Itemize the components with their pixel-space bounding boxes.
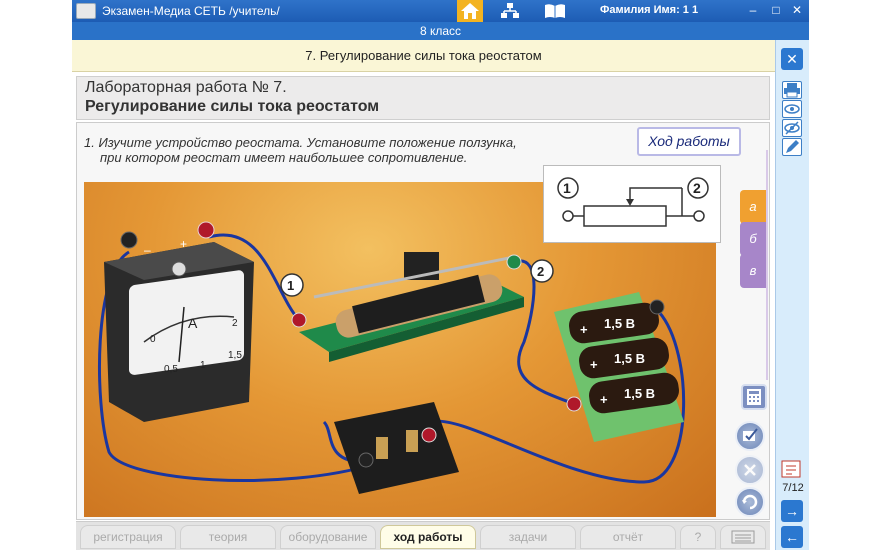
instruction-text: 1. Изучите устройство реостата. Установи… (84, 135, 564, 165)
lab-topic: Регулирование силы тока реостатом (85, 98, 380, 115)
lab-heading: Лабораторная работа № 7. Регулирование с… (76, 76, 770, 120)
switch[interactable] (334, 402, 459, 494)
instruction-line-1: 1. Изучите устройство реостата. Установи… (84, 135, 517, 150)
grade-label: 8 класс (72, 22, 809, 40)
tab-tasks[interactable]: задачи (480, 525, 576, 549)
tab-report[interactable]: отчёт (580, 525, 676, 549)
ammeter-tick-15: 1,5 (228, 350, 242, 361)
pencil-icon[interactable] (782, 138, 802, 156)
ammeter-tick-0: 0 (150, 334, 156, 345)
eye-icon[interactable] (782, 100, 802, 118)
prev-arrow-icon[interactable]: ← (781, 526, 803, 548)
eye-hidden-icon[interactable] (782, 119, 802, 137)
keyboard-icon[interactable] (720, 525, 766, 549)
battery-plus-3: + (600, 392, 608, 407)
terminal-marker-1-label: 1 (287, 278, 294, 293)
ammeter-minus-label: – (144, 243, 151, 257)
tab-equipment[interactable]: оборудование (280, 525, 376, 549)
minimize-button[interactable]: – (746, 3, 760, 17)
report-icon[interactable] (780, 459, 804, 479)
ammeter-plus-label: + (180, 237, 187, 251)
battery-label-1: 1,5 В (604, 316, 635, 331)
app-title: Экзамен-Медиа СЕТЬ /учитель/ (102, 4, 280, 18)
schematic-label-1: 1 (563, 180, 571, 196)
clear-button[interactable] (735, 455, 765, 485)
refresh-button[interactable] (735, 487, 765, 517)
page-counter: 7/12 (782, 482, 804, 494)
terminal-marker-2-label: 2 (537, 264, 544, 279)
lab-number: Лабораторная работа № 7. (85, 79, 287, 96)
work-progress-button[interactable]: Ход работы (637, 127, 741, 156)
close-lesson-button[interactable]: ✕ (781, 48, 803, 70)
ammeter-tick-2: 2 (232, 318, 238, 329)
battery-label-3: 1,5 В (624, 386, 655, 401)
rheostat[interactable] (291, 252, 524, 362)
battery-plus-1: + (580, 322, 588, 337)
window-close-button[interactable]: ✕ (790, 3, 804, 17)
instruction-line-2: при котором реостат имеет наибольшее соп… (100, 150, 468, 165)
battery-label-2: 1,5 В (614, 351, 645, 366)
tab-theory[interactable]: теория (180, 525, 276, 549)
right-toolbar: ✕ 7/12 → ← (775, 40, 809, 550)
tab-work-progress[interactable]: ход работы (380, 525, 476, 549)
side-tab-v[interactable]: в (740, 254, 766, 288)
bottom-tab-bar: регистрация теория оборудование ход рабо… (76, 521, 770, 550)
battery-plus-2: + (590, 357, 598, 372)
next-arrow-icon[interactable]: → (781, 500, 803, 522)
ammeter-tick-1: 1 (200, 360, 206, 371)
ammeter-tick-05: 0,5 (164, 364, 178, 375)
side-tab-b[interactable]: б (740, 222, 766, 256)
title-bar: Экзамен-Медиа СЕТЬ /учитель/ Фамилия Имя… (72, 0, 809, 22)
home-icon[interactable] (457, 0, 483, 22)
battery-pack[interactable] (554, 292, 684, 442)
ammeter-unit: A (188, 315, 198, 331)
maximize-button[interactable]: □ (769, 3, 783, 17)
check-answer-button[interactable] (735, 421, 765, 451)
lesson-title: 7. Регулирование силы тока реостатом (72, 40, 775, 72)
student-name: Фамилия Имя: 1 1 (600, 4, 699, 16)
schematic-label-2: 2 (693, 180, 701, 196)
print-icon[interactable] (782, 81, 802, 99)
calculator-icon[interactable] (741, 384, 767, 410)
side-tab-rail (766, 150, 768, 380)
help-button[interactable]: ? (680, 525, 716, 549)
tab-registration[interactable]: регистрация (80, 525, 176, 549)
side-tab-a[interactable]: а (740, 190, 766, 224)
app-icon (76, 3, 96, 19)
rheostat-schematic: 1 2 (543, 165, 721, 243)
book-icon[interactable] (544, 3, 566, 19)
app-window: Экзамен-Медиа СЕТЬ /учитель/ Фамилия Имя… (0, 0, 880, 550)
structure-icon[interactable] (500, 3, 520, 19)
